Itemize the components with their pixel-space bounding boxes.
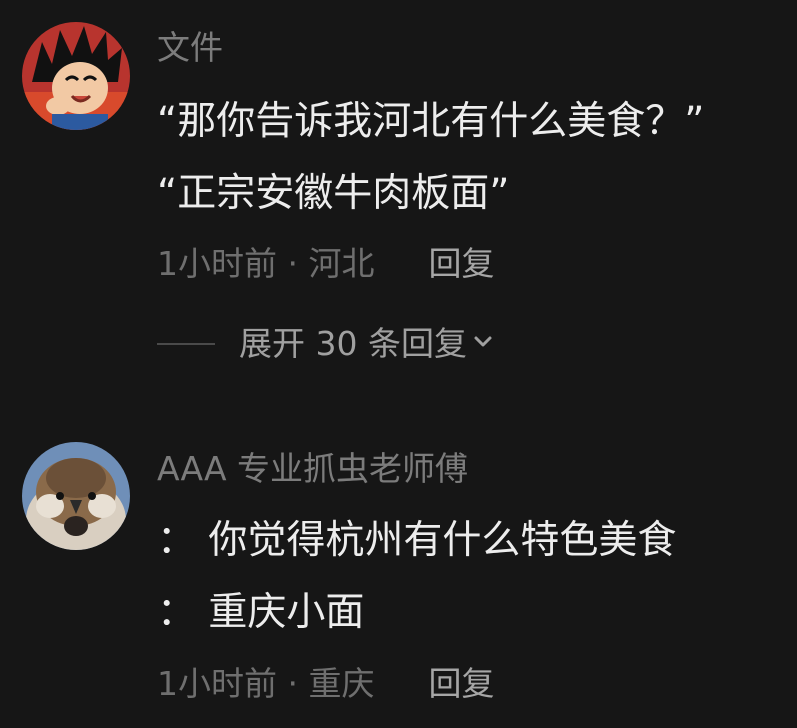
avatar[interactable] xyxy=(22,442,130,550)
reply-button[interactable]: 回复 xyxy=(428,247,494,280)
expand-replies-label[interactable]: 展开 30 条回复 xyxy=(239,327,467,360)
chevron-down-icon[interactable] xyxy=(473,335,493,352)
expand-replies[interactable]: 展开 30 条回复 xyxy=(157,327,493,360)
timestamp-location: 1小时前 · 河北 xyxy=(157,244,375,283)
comment-text-line: ： 你觉得杭州有什么特色美食 xyxy=(157,518,677,563)
cartoon-boy-avatar-icon xyxy=(22,22,130,130)
avatar[interactable] xyxy=(22,22,130,130)
timestamp-location: 1小时前 · 重庆 xyxy=(157,664,375,703)
divider xyxy=(157,342,215,345)
reply-button[interactable]: 回复 xyxy=(428,667,494,700)
comment-text-line: “那你告诉我河北有什么美食？” xyxy=(157,99,705,144)
comment-text-line: ： 重庆小面 xyxy=(157,590,365,635)
comment-meta: 1小时前 · 河北 回复 xyxy=(157,247,494,280)
username[interactable]: 文件 xyxy=(157,31,223,64)
comment-text-line: “正宗安徽牛肉板面” xyxy=(157,171,510,216)
username[interactable]: AAA 专业抓虫老师傅 xyxy=(157,452,468,485)
sparrow-avatar-icon xyxy=(22,442,130,550)
comment-meta: 1小时前 · 重庆 回复 xyxy=(157,667,494,700)
